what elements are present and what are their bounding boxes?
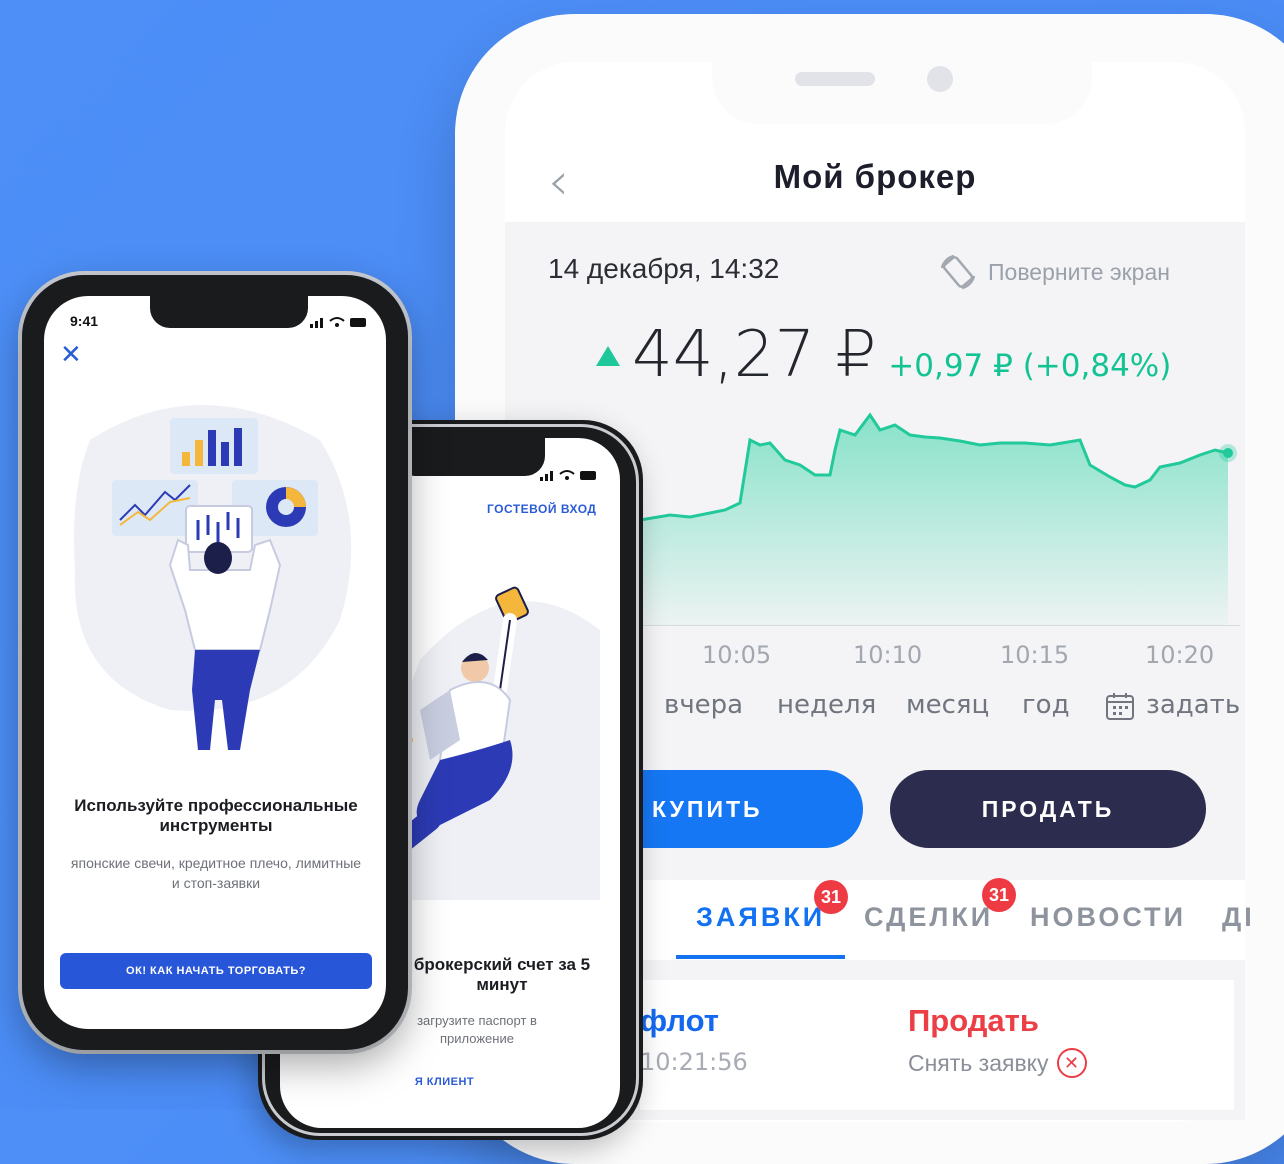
- onboarding-subtitle: загрузите паспорт в приложение: [417, 1013, 537, 1046]
- chart-tick: 10:05: [702, 641, 772, 669]
- status-icons: [540, 470, 596, 481]
- chart-last-point-dot: [1223, 448, 1233, 458]
- buy-button[interactable]: КУПИТЬ: [620, 770, 863, 848]
- trader-tools-illustration: [74, 405, 352, 750]
- active-tab-indicator: [676, 955, 845, 959]
- period-yesterday[interactable]: вчера: [664, 690, 743, 720]
- phone-speaker: [795, 72, 875, 86]
- rotate-icon: [940, 254, 976, 290]
- orders-count-badge: 31: [814, 880, 848, 914]
- status-icons: [310, 317, 366, 328]
- tab-orders[interactable]: ЗАЯВКИ: [696, 902, 825, 933]
- chart-tick: 10:10: [853, 641, 923, 669]
- chart-tick: 10:15: [1000, 641, 1070, 669]
- period-year[interactable]: год: [1022, 690, 1070, 720]
- rotate-hint-label: Поверните экран: [988, 258, 1170, 285]
- close-icon[interactable]: ✕: [60, 340, 82, 370]
- tab-more[interactable]: ДІ: [1222, 902, 1255, 933]
- order-time: 10:21:56: [640, 1048, 748, 1076]
- calendar-icon[interactable]: [1104, 690, 1136, 722]
- current-price: 44,27 ₽: [632, 318, 877, 392]
- chart-axis: [640, 625, 1240, 626]
- phone-notch: [395, 438, 545, 476]
- tab-deals[interactable]: СДЕЛКИ: [864, 902, 993, 933]
- order-card[interactable]: [640, 980, 1234, 1110]
- back-arrow-icon[interactable]: ‹: [548, 152, 569, 212]
- tools-title: Используйте профессиональные инструменты: [74, 796, 358, 835]
- chart-tick: 10:20: [1145, 641, 1215, 669]
- phone-camera: [927, 66, 953, 92]
- guest-login-link[interactable]: ГОСТЕВОЙ ВХОД: [487, 502, 596, 516]
- cancel-order-button[interactable]: Снять заявку ✕: [908, 1048, 1087, 1078]
- close-circle-icon: ✕: [1056, 1048, 1087, 1078]
- price-row: 44,27 ₽ +0,97 ₽ (+0,84%): [596, 318, 1171, 392]
- page-title: Мой брокер: [773, 158, 977, 195]
- phone-notch: [712, 62, 1092, 124]
- sell-button[interactable]: ПРОДАТЬ: [890, 770, 1206, 848]
- onboarding-title: брокерский счет за 5 минут: [413, 955, 591, 994]
- period-month[interactable]: месяц: [906, 690, 989, 720]
- tools-subtitle: японские свечи, кредитное плечо, лимитны…: [70, 855, 362, 891]
- period-custom[interactable]: задать: [1146, 690, 1240, 720]
- client-login-link[interactable]: Я КЛИЕНТ: [392, 1076, 497, 1088]
- period-week[interactable]: неделя: [777, 690, 876, 720]
- order-side: Продать: [908, 1003, 1039, 1038]
- quote-datetime: 14 декабря, 14:32: [548, 253, 780, 284]
- start-trading-button[interactable]: ОК! КАК НАЧАТЬ ТОРГОВАТЬ?: [60, 953, 372, 989]
- status-time: 9:41: [70, 313, 99, 329]
- order-instrument: флот: [640, 1003, 719, 1038]
- price-chart: [640, 412, 1237, 625]
- tab-news[interactable]: НОВОСТИ: [1030, 902, 1186, 933]
- price-change: +0,97 ₽ (+0,84%): [888, 348, 1172, 384]
- cancel-order-label: Снять заявку: [908, 1049, 1049, 1076]
- rotate-screen-hint[interactable]: Поверните экран: [936, 250, 1170, 294]
- phone-notch: [150, 296, 308, 328]
- chart-area: [640, 415, 1228, 625]
- up-triangle-icon: [596, 346, 620, 366]
- deals-count-badge: 31: [982, 878, 1016, 912]
